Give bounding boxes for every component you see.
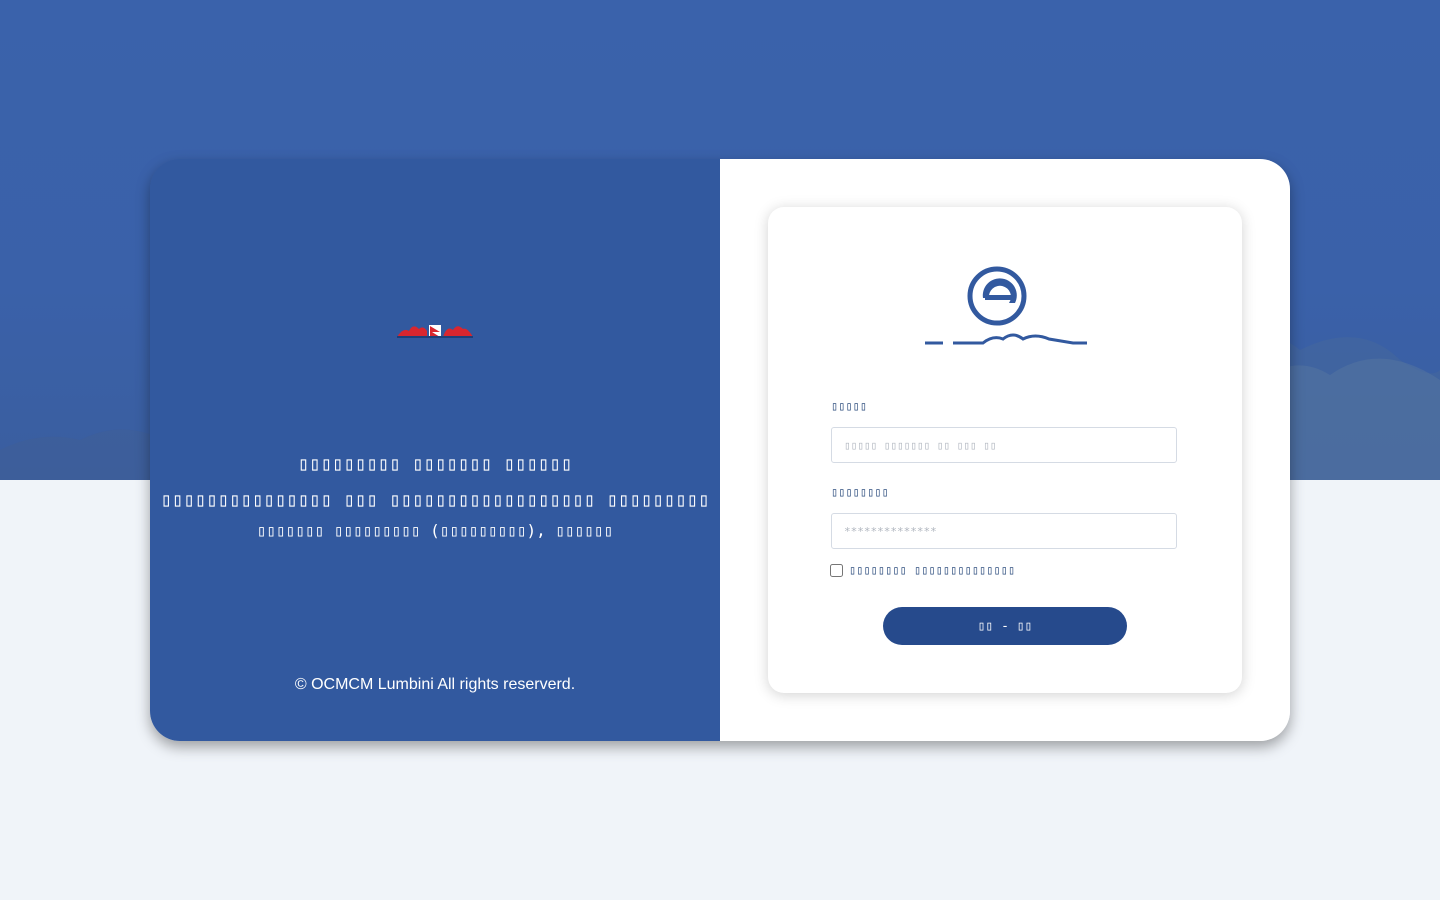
organization-panel: ▯▯▯▯▯▯▯▯▯ ▯▯▯▯▯▯▯ ▯▯▯▯▯▯ ▯▯▯▯▯▯▯▯▯▯▯▯▯▯▯… [150, 159, 720, 741]
copyright-text: © OCMCM Lumbini All rights reserverd. [294, 676, 576, 693]
login-button[interactable]: ▯▯ - ▯▯ [883, 607, 1127, 645]
login-panel: ▯▯▯▯▯ ▯▯▯▯▯ ▯▯▯ ▯▯▯▯ ▯▯ ▯▯ ▯ ▯▯ ▯▯▯▯▯▯▯▯ ▯▯▯ ▯… [720, 159, 1290, 741]
username-input[interactable] [831, 427, 1177, 463]
login-card: ▯▯▯▯▯▯▯▯▯ ▯▯▯▯▯▯▯ ▯▯▯▯▯▯ ▯▯▯▯▯▯▯▯▯▯▯▯▯▯▯… [150, 159, 1290, 741]
nepal-emblem-icon [397, 325, 473, 338]
organization-address: ▯▯▯▯▯▯▯ ▯▯▯▯▯▯▯▯▯ (▯▯▯▯▯▯▯▯▯), ▯▯▯▯▯▯ [256, 521, 614, 540]
remember-me: ▯▯▯▯▯▯▯▯ ▯▯▯▯▯▯▯▯▯▯▯▯▯▯ [830, 563, 1015, 577]
organization-title: ▯▯▯▯▯▯▯▯▯ ▯▯▯▯▯▯▯ ▯▯▯▯▯▯ ▯▯▯▯▯▯▯▯▯▯▯▯▯▯▯… [150, 449, 720, 543]
username-label: ▯▯▯▯▯ [831, 399, 868, 413]
password-input[interactable] [831, 513, 1177, 549]
organization-name-line2: ▯▯▯▯▯▯▯▯▯▯▯▯▯▯▯ ▯▯▯ ▯▯▯▯▯▯▯▯▯▯▯▯▯▯▯▯▯▯ ▯… [160, 489, 710, 511]
organization-name-line1: ▯▯▯▯▯▯▯▯▯ ▯▯▯▯▯▯▯ ▯▯▯▯▯▯ [297, 453, 573, 475]
password-label: ▯▯▯▯▯▯▯▯ [831, 485, 889, 499]
login-form: ▯▯▯▯▯ ▯▯▯▯▯ ▯▯▯ ▯▯▯▯ ▯▯ ▯▯ ▯ ▯▯ ▯▯▯▯▯▯▯▯ ▯▯▯ ▯… [768, 207, 1242, 693]
e-logo-icon [925, 266, 1087, 345]
remember-me-checkbox[interactable] [830, 563, 843, 577]
remember-me-label[interactable]: ▯▯▯▯▯▯▯▯ ▯▯▯▯▯▯▯▯▯▯▯▯▯▯ [849, 563, 1015, 577]
